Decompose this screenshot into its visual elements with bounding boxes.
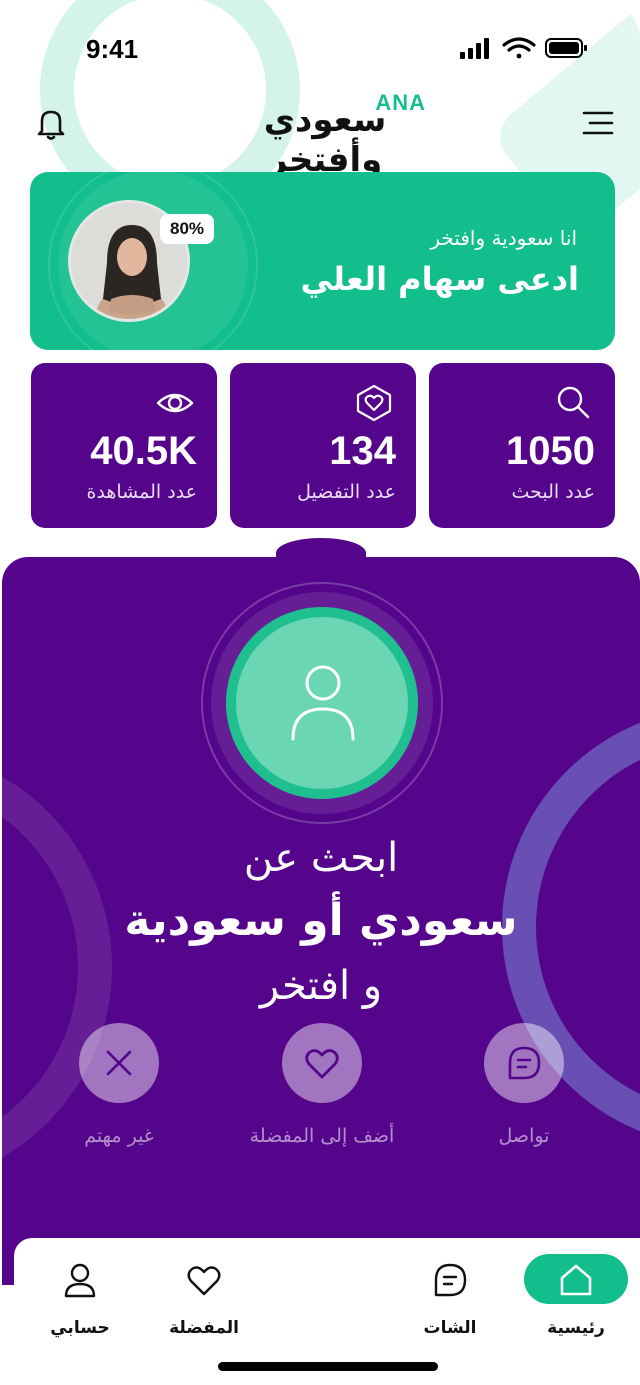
battery-icon bbox=[545, 38, 587, 58]
status-icons bbox=[460, 37, 587, 59]
nav-item-account[interactable]: حسابي bbox=[25, 1238, 135, 1358]
user-icon bbox=[64, 1263, 96, 1298]
chat-icon bbox=[508, 1046, 541, 1080]
heart-icon bbox=[305, 1049, 339, 1079]
nav-item-chat[interactable]: الشات bbox=[395, 1238, 505, 1358]
stat-value: 1050 bbox=[506, 429, 595, 473]
headline-line-2: سعودي أو سعودية bbox=[124, 895, 518, 946]
close-icon bbox=[106, 1050, 132, 1076]
home-icon bbox=[560, 1264, 592, 1296]
menu-icon[interactable] bbox=[582, 108, 614, 138]
nav-item-favorites[interactable]: المفضلة bbox=[149, 1238, 259, 1358]
bell-icon[interactable] bbox=[34, 106, 68, 142]
add-favorite-button[interactable] bbox=[282, 1023, 362, 1103]
nav-label: المفضلة bbox=[169, 1318, 239, 1338]
status-bar: 9:41 bbox=[0, 0, 640, 96]
not-interested-label: غير مهتم bbox=[84, 1125, 154, 1147]
eye-icon bbox=[156, 393, 194, 413]
stat-card-views[interactable]: 40.5K عدد المشاهدة bbox=[31, 363, 217, 528]
home-indicator bbox=[218, 1362, 438, 1371]
heart-icon bbox=[187, 1266, 221, 1296]
stat-value: 40.5K bbox=[90, 429, 197, 473]
stat-card-favorites[interactable]: 134 عدد التفضيل bbox=[230, 363, 416, 528]
heart-badge-icon bbox=[356, 384, 392, 422]
logo-arabic: سعودي وأفتخر bbox=[263, 100, 387, 180]
nav-label: رئيسية bbox=[547, 1318, 605, 1338]
app-screen: 9:41 ANA سعودي وأفتخر 80% انا سعودية واف… bbox=[0, 0, 640, 1385]
headline-line-3: و افتخر bbox=[259, 963, 383, 1009]
stat-label: عدد التفضيل bbox=[297, 481, 396, 503]
signal-icon bbox=[460, 38, 489, 59]
profile-subtitle: انا سعودية وافتخر bbox=[430, 226, 577, 250]
profile-card[interactable]: 80% انا سعودية وافتخر ادعى سهام العلي bbox=[30, 172, 615, 350]
stat-label: عدد البحث bbox=[511, 481, 595, 503]
user-icon bbox=[291, 665, 355, 741]
add-favorite-label: أضف إلى المفضلة bbox=[249, 1125, 395, 1147]
profile-name: ادعى سهام العلي bbox=[300, 260, 579, 298]
headline-line-1: ابحث عن bbox=[243, 835, 399, 881]
app-logo: ANA سعودي وأفتخر bbox=[216, 90, 434, 180]
completion-badge: 80% bbox=[160, 214, 214, 244]
stat-label: عدد المشاهدة bbox=[86, 481, 197, 503]
discover-panel: ابحث عن سعودي أو سعودية و افتخر تواصل أض… bbox=[2, 557, 640, 1285]
status-time: 9:41 bbox=[86, 34, 139, 64]
chat-icon bbox=[434, 1263, 467, 1297]
contact-label: تواصل bbox=[498, 1125, 550, 1147]
search-icon bbox=[557, 386, 590, 419]
stat-card-search[interactable]: 1050 عدد البحث bbox=[429, 363, 615, 528]
stat-value: 134 bbox=[329, 429, 396, 473]
nav-label: حسابي bbox=[50, 1318, 110, 1338]
nav-label: الشات bbox=[423, 1318, 477, 1338]
wifi-icon bbox=[502, 37, 536, 59]
not-interested-button[interactable] bbox=[79, 1023, 159, 1103]
contact-button[interactable] bbox=[484, 1023, 564, 1103]
nav-item-home[interactable]: رئيسية bbox=[521, 1238, 631, 1358]
